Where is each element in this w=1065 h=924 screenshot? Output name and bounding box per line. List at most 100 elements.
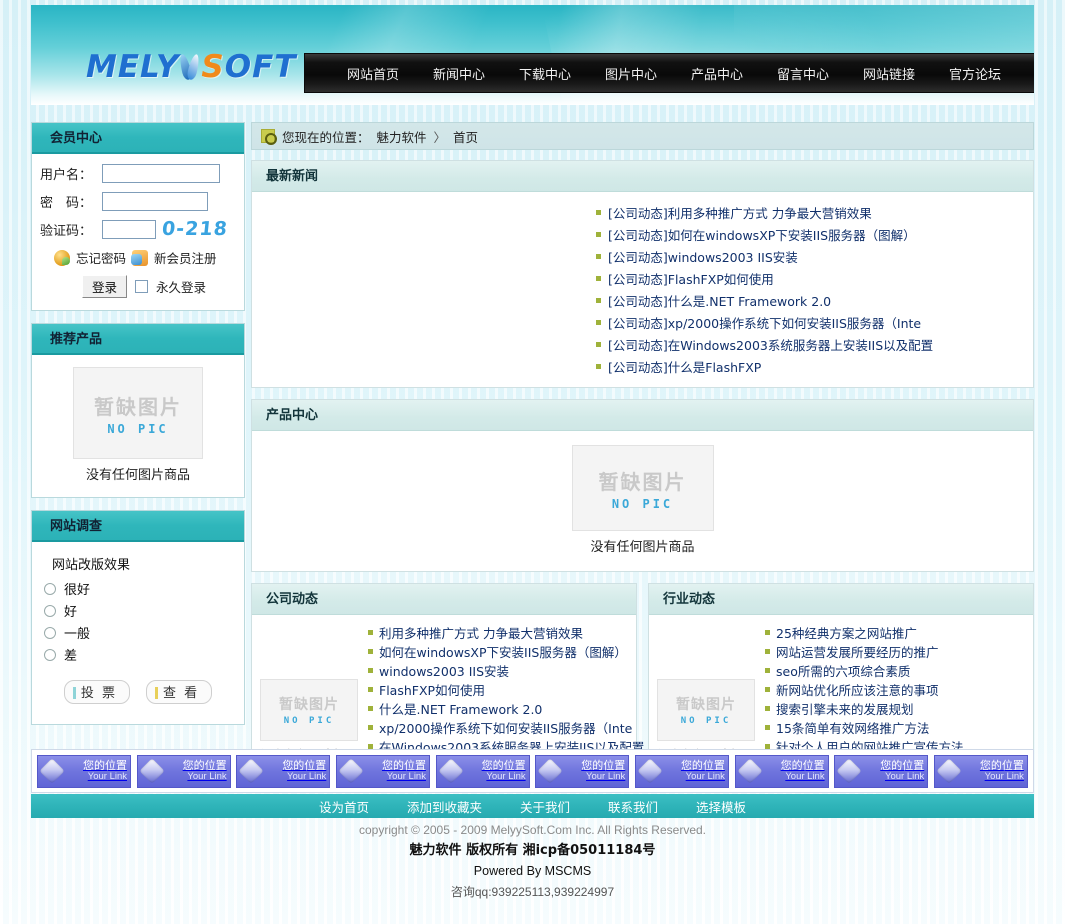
footer-nav-add-favorite[interactable]: 添加到收藏夹 bbox=[407, 797, 482, 816]
friendly-link-5[interactable]: 您的位置Your Link bbox=[436, 755, 530, 788]
footer-nav-select-template[interactable]: 选择模板 bbox=[696, 797, 746, 816]
nav-item-guestbook[interactable]: 留言中心 bbox=[760, 64, 846, 83]
news-link[interactable]: xp/2000操作系统下如何安装IIS服务器（Inte bbox=[379, 718, 632, 737]
list-item[interactable]: [公司动态]什么是FlashFXP bbox=[596, 355, 1021, 377]
breadcrumb: 您现在的位置： 魅力软件 〉 首页 bbox=[251, 122, 1034, 150]
friendly-link-9[interactable]: 您的位置Your Link bbox=[834, 755, 928, 788]
friendly-link-en-label: Your Link bbox=[985, 772, 1024, 782]
news-link[interactable]: [公司动态]FlashFXP如何使用 bbox=[608, 269, 774, 288]
nav-item-links[interactable]: 网站链接 bbox=[846, 64, 932, 83]
view-results-button[interactable]: 查 看 bbox=[146, 680, 212, 704]
list-item[interactable]: 新网站优化所应该注意的事项 bbox=[765, 680, 1025, 699]
friendly-link-10[interactable]: 您的位置Your Link bbox=[934, 755, 1028, 788]
login-button[interactable]: 登录 bbox=[82, 275, 127, 298]
list-item[interactable]: [公司动态]如何在windowsXP下安装IIS服务器（图解） bbox=[596, 223, 1021, 245]
news-link[interactable]: 利用多种推广方式 力争最大营销效果 bbox=[379, 623, 583, 642]
view-bar-icon bbox=[155, 687, 158, 699]
news-link[interactable]: 搜索引擎未来的发展规划 bbox=[776, 699, 914, 718]
news-link[interactable]: [公司动态]windows2003 IIS安装 bbox=[608, 247, 798, 266]
list-item[interactable]: 15条简单有效网络推广方法 bbox=[765, 718, 1025, 737]
list-item[interactable]: 搜索引擎未来的发展规划 bbox=[765, 699, 1025, 718]
list-item[interactable]: [公司动态]利用多种推广方式 力争最大营销效果 bbox=[596, 201, 1021, 223]
gem-icon bbox=[837, 758, 862, 783]
news-link[interactable]: 如何在windowsXP下安装IIS服务器（图解） bbox=[379, 642, 627, 661]
friendly-link-en-label: Your Link bbox=[586, 772, 625, 782]
list-item[interactable]: [公司动态]windows2003 IIS安装 bbox=[596, 245, 1021, 267]
location-icon bbox=[261, 129, 275, 143]
list-item[interactable]: [公司动态]在Windows2003系统服务器上安装IIS以及配置 bbox=[596, 333, 1021, 355]
news-link[interactable]: [公司动态]利用多种推广方式 力争最大营销效果 bbox=[608, 203, 872, 222]
list-item[interactable]: 网站运营发展所要经历的推广 bbox=[765, 642, 1025, 661]
survey-option-1[interactable]: 很好 bbox=[44, 579, 236, 598]
list-item[interactable]: 25种经典方案之网站推广 bbox=[765, 623, 1025, 642]
friendly-link-2[interactable]: 您的位置Your Link bbox=[137, 755, 231, 788]
gem-icon bbox=[637, 758, 662, 783]
footer-nav-set-homepage[interactable]: 设为首页 bbox=[319, 797, 369, 816]
news-link[interactable]: [公司动态]在Windows2003系统服务器上安装IIS以及配置 bbox=[608, 335, 933, 354]
news-link[interactable]: [公司动态]xp/2000操作系统下如何安装IIS服务器（Inte bbox=[608, 313, 921, 332]
radio-icon[interactable] bbox=[44, 583, 56, 595]
list-item[interactable]: 什么是.NET Framework 2.0 bbox=[368, 699, 644, 718]
nav-item-products[interactable]: 产品中心 bbox=[674, 64, 760, 83]
radio-icon[interactable] bbox=[44, 605, 56, 617]
list-item[interactable]: [公司动态]FlashFXP如何使用 bbox=[596, 267, 1021, 289]
news-link[interactable]: 网站运营发展所要经历的推广 bbox=[776, 642, 939, 661]
radio-icon[interactable] bbox=[44, 627, 56, 639]
forgot-password-link[interactable]: 忘记密码 bbox=[76, 248, 126, 267]
list-item[interactable]: 利用多种推广方式 力争最大营销效果 bbox=[368, 623, 644, 642]
bullet-icon bbox=[765, 668, 770, 673]
list-item[interactable]: windows2003 IIS安装 bbox=[368, 661, 644, 680]
nav-item-download[interactable]: 下载中心 bbox=[502, 64, 588, 83]
site-logo[interactable]: MELYSOFT bbox=[86, 49, 296, 85]
no-picture-cn-text: 暂缺图片 bbox=[676, 694, 736, 714]
nav-item-pictures[interactable]: 图片中心 bbox=[588, 64, 674, 83]
friendly-link-6[interactable]: 您的位置Your Link bbox=[535, 755, 629, 788]
leaf-icon bbox=[179, 52, 201, 82]
friendly-link-1[interactable]: 您的位置Your Link bbox=[37, 755, 131, 788]
news-link[interactable]: FlashFXP如何使用 bbox=[379, 680, 485, 699]
friendly-link-8[interactable]: 您的位置Your Link bbox=[735, 755, 829, 788]
news-link[interactable]: seo所需的六项综合素质 bbox=[776, 661, 910, 680]
keep-login-checkbox[interactable] bbox=[135, 280, 148, 293]
news-link[interactable]: 25种经典方案之网站推广 bbox=[776, 623, 917, 642]
logo-text-oft: OFT bbox=[225, 49, 297, 85]
news-link[interactable]: [公司动态]如何在windowsXP下安装IIS服务器（图解） bbox=[608, 225, 916, 244]
news-link[interactable]: 新网站优化所应该注意的事项 bbox=[776, 680, 939, 699]
list-item[interactable]: xp/2000操作系统下如何安装IIS服务器（Inte bbox=[368, 718, 644, 737]
no-picture-placeholder: 暂缺图片 NO PIC bbox=[572, 445, 714, 531]
survey-option-2[interactable]: 好 bbox=[44, 601, 236, 620]
survey-option-3[interactable]: 一般 bbox=[44, 623, 236, 642]
vote-button[interactable]: 投 票 bbox=[64, 680, 130, 704]
news-link[interactable]: windows2003 IIS安装 bbox=[379, 661, 509, 680]
username-row: 用户名： bbox=[40, 164, 236, 183]
radio-icon[interactable] bbox=[44, 649, 56, 661]
friendly-link-7[interactable]: 您的位置Your Link bbox=[635, 755, 729, 788]
breadcrumb-root-link[interactable]: 魅力软件 bbox=[377, 127, 427, 146]
register-link[interactable]: 新会员注册 bbox=[154, 248, 217, 267]
password-input[interactable] bbox=[102, 192, 208, 211]
news-link[interactable]: [公司动态]什么是.NET Framework 2.0 bbox=[608, 291, 831, 310]
breadcrumb-prefix: 您现在的位置： bbox=[282, 127, 370, 146]
captcha-image[interactable]: 0-218 bbox=[161, 220, 229, 239]
footer-nav-contact-us[interactable]: 联系我们 bbox=[608, 797, 658, 816]
news-link[interactable]: 什么是.NET Framework 2.0 bbox=[379, 699, 542, 718]
survey-question: 网站改版效果 bbox=[52, 554, 236, 573]
nav-item-news[interactable]: 新闻中心 bbox=[416, 64, 502, 83]
footer-nav-about-us[interactable]: 关于我们 bbox=[520, 797, 570, 816]
list-item[interactable]: FlashFXP如何使用 bbox=[368, 680, 644, 699]
friendly-link-4[interactable]: 您的位置Your Link bbox=[336, 755, 430, 788]
list-item[interactable]: [公司动态]什么是.NET Framework 2.0 bbox=[596, 289, 1021, 311]
captcha-input[interactable] bbox=[102, 220, 156, 239]
list-item[interactable]: seo所需的六项综合素质 bbox=[765, 661, 1025, 680]
list-item[interactable]: [公司动态]xp/2000操作系统下如何安装IIS服务器（Inte bbox=[596, 311, 1021, 333]
member-login-form: 用户名： 密 码： 验证码： 0-218 忘记密码 bbox=[32, 154, 244, 310]
nav-item-forum[interactable]: 官方论坛 bbox=[932, 64, 1018, 83]
friendly-link-3[interactable]: 您的位置Your Link bbox=[236, 755, 330, 788]
username-input[interactable] bbox=[102, 164, 220, 183]
news-link[interactable]: 15条简单有效网络推广方法 bbox=[776, 718, 929, 737]
list-item[interactable]: 如何在windowsXP下安装IIS服务器（图解） bbox=[368, 642, 644, 661]
news-link[interactable]: [公司动态]什么是FlashFXP bbox=[608, 357, 761, 376]
nav-item-home[interactable]: 网站首页 bbox=[330, 64, 416, 83]
survey-option-4[interactable]: 差 bbox=[44, 645, 236, 664]
recommended-products-empty-text: 没有任何图片商品 bbox=[40, 464, 236, 483]
